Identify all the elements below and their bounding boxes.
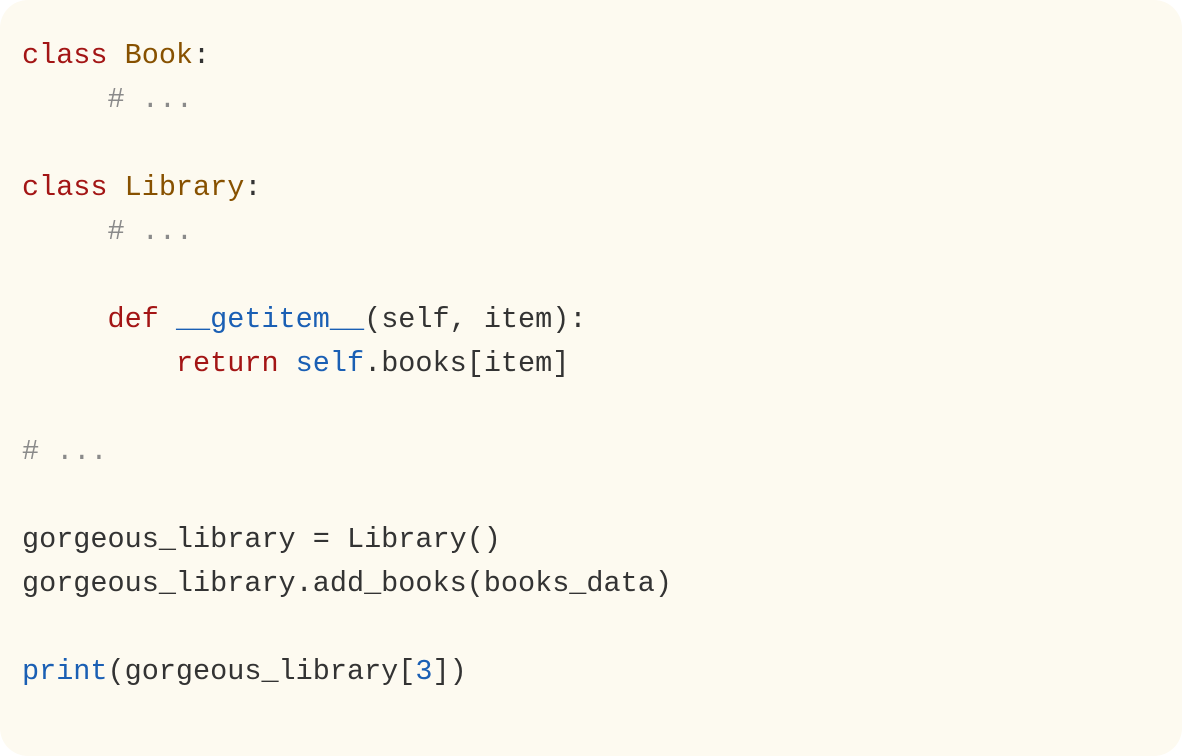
colon: : — [569, 303, 586, 336]
var-gorgeous-library: gorgeous_library — [22, 523, 296, 556]
keyword-def: def — [108, 303, 159, 336]
colon: : — [244, 171, 261, 204]
colon: : — [193, 39, 210, 72]
bracket-open: [ — [467, 347, 484, 380]
keyword-class: class — [22, 39, 108, 72]
code-line: def __getitem__(self, item): — [22, 303, 586, 336]
var-gorgeous-library: gorgeous_library — [22, 567, 296, 600]
param-self: self — [381, 303, 449, 336]
equals: = — [296, 523, 347, 556]
attr-books: books — [381, 347, 467, 380]
code-line: print(gorgeous_library[3]) — [22, 655, 467, 688]
code-line: # ... — [22, 83, 193, 116]
code-line: return self.books[item] — [22, 347, 569, 380]
dot: . — [364, 347, 381, 380]
paren-close: ) — [450, 655, 467, 688]
code-line: class Book: — [22, 39, 210, 72]
classname-book: Book — [125, 39, 193, 72]
paren-open: ( — [364, 303, 381, 336]
bracket-close: ] — [552, 347, 569, 380]
number-3: 3 — [415, 655, 432, 688]
funcname-getitem: __getitem__ — [176, 303, 364, 336]
funcname-print: print — [22, 655, 108, 688]
arg-booksdata: books_data — [484, 567, 655, 600]
code-block: class Book: # ... class Library: # ... d… — [0, 0, 1182, 756]
param-item: item — [484, 303, 552, 336]
comment: # ... — [108, 83, 194, 116]
var-gorgeous-library: gorgeous_library — [125, 655, 399, 688]
code-line: gorgeous_library.add_books(books_data) — [22, 567, 672, 600]
code-line: class Library: — [22, 171, 261, 204]
code-line: # ... — [22, 215, 193, 248]
call-library: Library — [347, 523, 467, 556]
paren-close: ) — [655, 567, 672, 600]
comment: # ... — [108, 215, 194, 248]
code-line: gorgeous_library = Library() — [22, 523, 501, 556]
paren-open: ( — [108, 655, 125, 688]
call-addbooks: .add_books( — [296, 567, 484, 600]
code-line: # ... — [22, 435, 108, 468]
paren-close: ) — [552, 303, 569, 336]
bracket-close: ] — [433, 655, 450, 688]
classname-library: Library — [125, 171, 245, 204]
keyword-class: class — [22, 171, 108, 204]
bracket-open: [ — [398, 655, 415, 688]
parens: () — [467, 523, 501, 556]
comment: # ... — [22, 435, 108, 468]
comma: , — [450, 303, 484, 336]
self-ref: self — [296, 347, 364, 380]
var-item: item — [484, 347, 552, 380]
keyword-return: return — [176, 347, 279, 380]
